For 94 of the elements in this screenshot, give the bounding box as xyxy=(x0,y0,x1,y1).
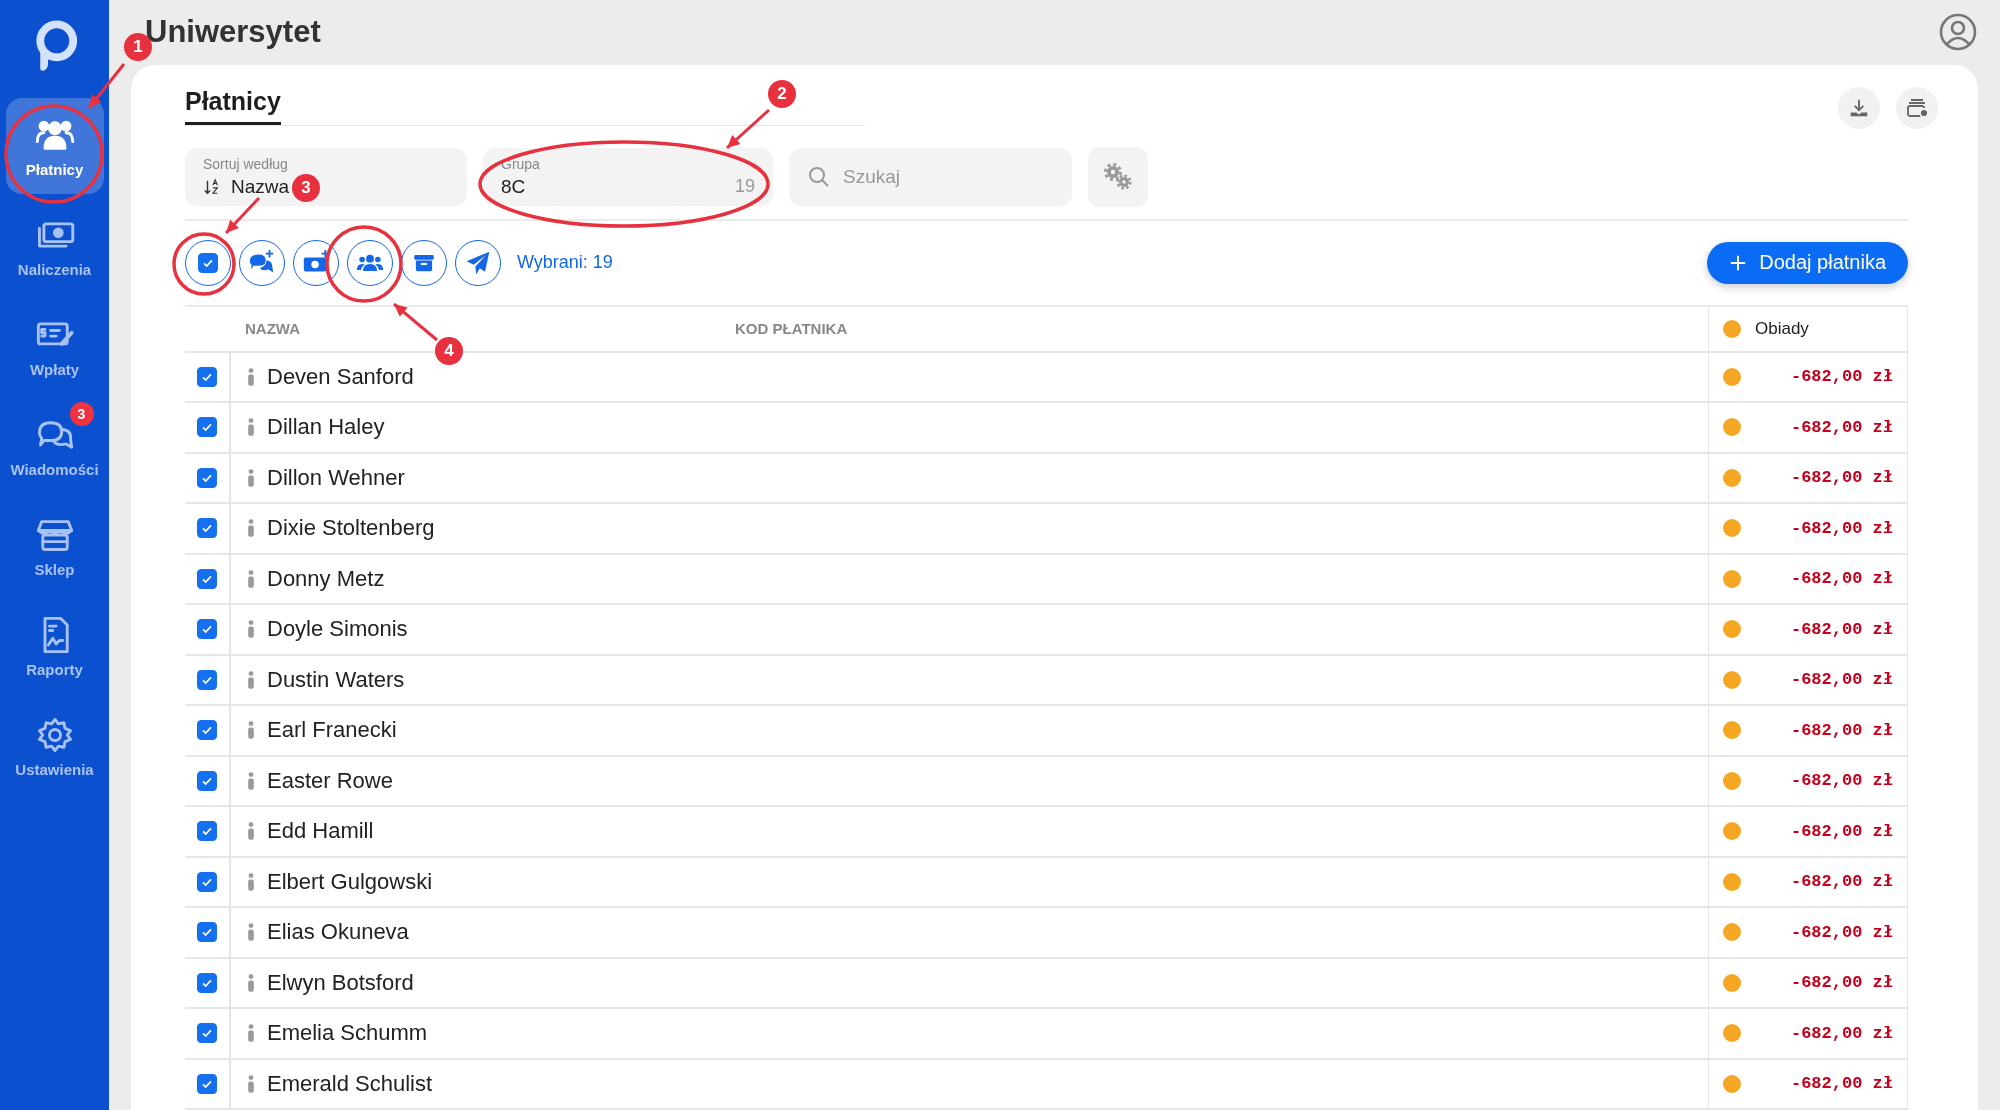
amount: -682,00 zł xyxy=(1790,417,1893,437)
amount: -682,00 zł xyxy=(1790,973,1893,993)
person-icon xyxy=(247,1073,255,1094)
payer-name: Elwyn Botsford xyxy=(267,969,414,996)
row-checkbox[interactable] xyxy=(197,669,217,690)
amount: -682,00 zł xyxy=(1790,872,1893,892)
row-checkbox[interactable] xyxy=(197,770,217,791)
row-checkbox[interactable] xyxy=(197,972,217,993)
group-button[interactable] xyxy=(347,239,393,286)
nav-item[interactable]: Naliczenia xyxy=(5,198,104,294)
search-field[interactable]: Szukaj xyxy=(789,147,1072,206)
user-icon[interactable] xyxy=(1938,12,1978,53)
amount: -682,00 zł xyxy=(1790,771,1893,791)
person-icon xyxy=(247,1023,255,1044)
row-checkbox[interactable] xyxy=(197,619,217,640)
payer-name: Deven Sanford xyxy=(267,363,414,390)
row-checkbox[interactable] xyxy=(197,467,217,488)
person-icon xyxy=(247,972,255,993)
amount: -682,00 zł xyxy=(1790,468,1893,488)
row-checkbox[interactable] xyxy=(197,417,217,438)
nav-item[interactable]: Płatnicy xyxy=(5,98,104,194)
add-payer-button[interactable]: Dodaj płatnika xyxy=(1707,241,1908,284)
amount: -682,00 zł xyxy=(1790,367,1893,387)
sort-icon xyxy=(203,177,221,196)
send-button[interactable] xyxy=(455,239,501,286)
amount: -682,00 zł xyxy=(1790,1023,1893,1043)
payer-name: Doyle Simonis xyxy=(267,616,408,643)
annotation-arrow xyxy=(87,63,126,109)
nav-item[interactable]: Ustawienia xyxy=(5,698,104,794)
person-icon xyxy=(247,417,255,438)
row-checkbox[interactable] xyxy=(197,1023,217,1044)
amount: -682,00 zł xyxy=(1790,619,1893,639)
row-checkbox[interactable] xyxy=(197,720,217,741)
row-checkbox[interactable] xyxy=(197,871,217,892)
person-icon xyxy=(247,568,255,589)
payer-name: Dillon Wehner xyxy=(267,464,405,491)
person-icon xyxy=(247,518,255,539)
column-header: NAZWA xyxy=(244,320,301,337)
amount: -682,00 zł xyxy=(1790,821,1893,841)
row-checkbox[interactable] xyxy=(197,568,217,589)
annotation-arrow xyxy=(224,196,261,235)
person-icon xyxy=(247,922,255,943)
amount: -682,00 zł xyxy=(1790,569,1893,589)
tab[interactable]: Płatnicy xyxy=(185,86,281,125)
payer-name: Donny Metz xyxy=(267,565,385,592)
download-button[interactable] xyxy=(1838,86,1880,129)
amount: -682,00 zł xyxy=(1790,720,1893,740)
nav-item[interactable]: Wiadomości 3 xyxy=(5,398,104,494)
wallet-user-button[interactable] xyxy=(1896,86,1938,129)
person-icon xyxy=(247,619,255,640)
payer-name: Dillan Haley xyxy=(267,414,385,441)
amount: -682,00 zł xyxy=(1790,1074,1893,1094)
annotation-arrow xyxy=(726,108,770,150)
person-icon xyxy=(247,871,255,892)
selected-count: Wybrani: 19 xyxy=(517,252,613,273)
notification-badge: 3 xyxy=(69,402,94,426)
row-checkbox[interactable] xyxy=(197,821,217,842)
column-header: KOD PŁATNIKA xyxy=(735,320,849,337)
archive-button[interactable] xyxy=(401,239,447,286)
amount: -682,00 zł xyxy=(1790,670,1893,690)
select-all-checkbox[interactable] xyxy=(185,239,231,286)
plus-icon xyxy=(1729,253,1748,272)
nav-item[interactable]: Raporty xyxy=(5,598,104,694)
payer-name: Emelia Schumm xyxy=(267,1020,428,1047)
person-icon xyxy=(247,669,255,690)
add-message-button[interactable] xyxy=(239,239,285,286)
settings-button[interactable] xyxy=(1088,146,1148,207)
payer-name: Easter Rowe xyxy=(267,767,393,794)
person-icon xyxy=(247,720,255,741)
payer-name: Dixie Stoltenberg xyxy=(267,515,435,542)
column-header: Obiady xyxy=(1755,318,1809,339)
nav-item[interactable]: Sklep xyxy=(5,498,104,594)
nav-item[interactable]: Wpłaty xyxy=(5,298,104,394)
row-checkbox[interactable] xyxy=(197,922,217,943)
person-icon xyxy=(247,770,255,791)
annotation-arrow xyxy=(393,302,438,342)
row-checkbox[interactable] xyxy=(197,1073,217,1094)
payer-name: Emerald Schulist xyxy=(267,1070,433,1097)
search-icon xyxy=(807,164,831,189)
amount: -682,00 zł xyxy=(1790,922,1893,942)
gear-icon xyxy=(1102,160,1134,193)
payer-name: Earl Franecki xyxy=(267,717,397,744)
person-icon xyxy=(247,821,255,842)
person-icon xyxy=(247,366,255,387)
row-checkbox[interactable] xyxy=(197,518,217,539)
payer-name: Elias Okuneva xyxy=(267,919,409,946)
person-icon xyxy=(247,467,255,488)
add-charge-button[interactable] xyxy=(293,239,339,286)
payer-name: Dustin Waters xyxy=(267,666,405,693)
annotation-circle xyxy=(172,232,236,296)
row-checkbox[interactable] xyxy=(197,366,217,387)
payer-name: Edd Hamill xyxy=(267,818,374,845)
amount: -682,00 zł xyxy=(1790,518,1893,538)
payer-name: Elbert Gulgowski xyxy=(267,868,433,895)
